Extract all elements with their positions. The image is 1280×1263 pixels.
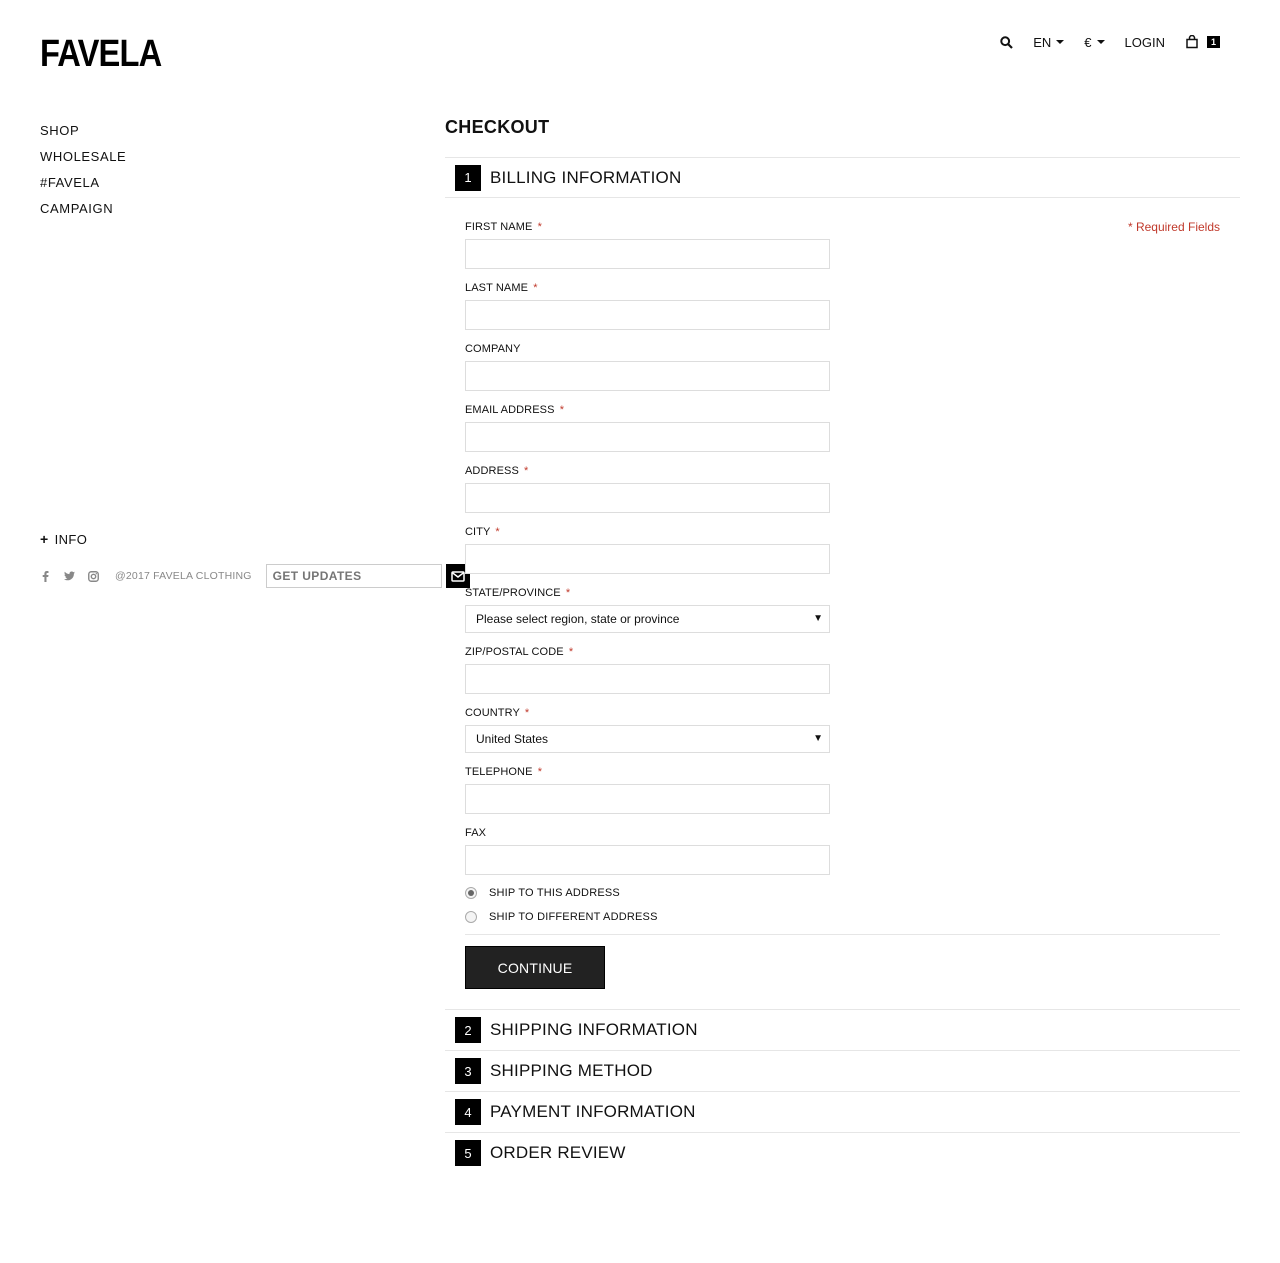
zip-input[interactable] xyxy=(465,664,830,694)
last-name-input[interactable] xyxy=(465,300,830,330)
city-label: CITY * xyxy=(465,526,500,538)
billing-form: * Required Fields FIRST NAME * LAST NAME… xyxy=(445,198,1240,1009)
step-order-review-header[interactable]: 5 ORDER REVIEW xyxy=(445,1132,1240,1173)
logo[interactable]: FAVELA xyxy=(40,35,162,73)
fax-input[interactable] xyxy=(465,845,830,875)
country-label: COUNTRY * xyxy=(465,707,530,719)
step-title: ORDER REVIEW xyxy=(490,1143,626,1162)
divider xyxy=(465,934,1220,935)
nav-item-campaign[interactable]: CAMPAIGN xyxy=(40,200,126,226)
chevron-down-icon xyxy=(1096,40,1105,44)
step-title: PAYMENT INFORMATION xyxy=(490,1102,696,1121)
dropdown-arrow-icon: ▼ xyxy=(813,733,823,744)
step-number: 3 xyxy=(455,1058,481,1084)
fax-label: FAX xyxy=(465,827,487,839)
chevron-down-icon xyxy=(1056,40,1065,44)
company-input[interactable] xyxy=(465,361,830,391)
last-name-field: LAST NAME * xyxy=(465,281,830,330)
first-name-input[interactable] xyxy=(465,239,830,269)
top-utility-bar: EN € LOGIN 1 xyxy=(1000,33,1220,51)
step-title: SHIPPING INFORMATION xyxy=(490,1020,698,1039)
last-name-label: LAST NAME * xyxy=(465,282,538,294)
side-navigation: SHOP WHOLESALE #FAVELA CAMPAIGN xyxy=(40,122,126,226)
step-shipping-method-header[interactable]: 3 SHIPPING METHOD xyxy=(445,1050,1240,1091)
city-field: CITY * xyxy=(465,525,830,574)
state-select-value: Please select region, state or province xyxy=(476,612,680,626)
telephone-field: TELEPHONE * xyxy=(465,765,830,814)
social-links xyxy=(40,570,112,582)
state-select[interactable]: Please select region, state or province … xyxy=(465,605,830,633)
instagram-icon[interactable] xyxy=(88,570,99,582)
radio-button[interactable] xyxy=(465,911,477,923)
company-field: COMPANY xyxy=(465,342,830,391)
ship-to-this-address-label: SHIP TO THIS ADDRESS xyxy=(489,887,620,899)
step-title: SHIPPING METHOD xyxy=(490,1061,653,1080)
step-number: 5 xyxy=(455,1140,481,1166)
required-fields-note: * Required Fields xyxy=(1127,220,1220,234)
country-select-value: United States xyxy=(476,732,549,746)
nav-item-shop[interactable]: SHOP xyxy=(40,122,126,148)
zip-field: ZIP/POSTAL CODE * xyxy=(465,645,830,694)
company-label: COMPANY xyxy=(465,343,521,355)
step-number: 2 xyxy=(455,1017,481,1043)
first-name-field: FIRST NAME * xyxy=(465,220,830,269)
language-label: EN xyxy=(1033,34,1052,50)
first-name-label: FIRST NAME * xyxy=(465,221,542,233)
step-number: 4 xyxy=(455,1099,481,1125)
step-title: BILLING INFORMATION xyxy=(490,167,682,187)
shopping-bag-icon xyxy=(1186,35,1198,49)
step-shipping-information-header[interactable]: 2 SHIPPING INFORMATION xyxy=(445,1009,1240,1050)
page-title: CHECKOUT xyxy=(445,117,550,137)
country-select[interactable]: United States ▼ xyxy=(465,725,830,753)
fax-field: FAX xyxy=(465,826,830,875)
nav-item-wholesale[interactable]: WHOLESALE xyxy=(40,148,126,174)
telephone-input[interactable] xyxy=(465,784,830,814)
currency-selector[interactable]: € xyxy=(1084,34,1105,50)
search-icon[interactable] xyxy=(1000,35,1013,49)
email-field: EMAIL ADDRESS * xyxy=(465,403,830,452)
info-label: INFO xyxy=(54,531,88,547)
step-billing-header[interactable]: 1 BILLING INFORMATION xyxy=(445,157,1240,198)
state-label: STATE/PROVINCE * xyxy=(465,587,571,599)
email-label: EMAIL ADDRESS * xyxy=(465,404,565,416)
plus-icon: + xyxy=(40,531,49,547)
login-link[interactable]: LOGIN xyxy=(1125,35,1165,50)
ship-to-different-address-option[interactable]: SHIP TO DIFFERENT ADDRESS xyxy=(465,905,1220,929)
state-field: STATE/PROVINCE * Please select region, s… xyxy=(465,586,830,633)
address-field: ADDRESS * xyxy=(465,464,830,513)
zip-label: ZIP/POSTAL CODE * xyxy=(465,646,574,658)
address-input[interactable] xyxy=(465,483,830,513)
twitter-icon[interactable] xyxy=(64,571,75,582)
info-toggle[interactable]: + INFO xyxy=(40,531,87,547)
sidebar-footer: @2017 FAVELA CLOTHING xyxy=(40,564,470,588)
currency-label: € xyxy=(1084,34,1092,50)
nav-item-favela[interactable]: #FAVELA xyxy=(40,174,126,200)
language-selector[interactable]: EN xyxy=(1033,34,1065,50)
copyright-text: @2017 FAVELA CLOTHING xyxy=(115,570,252,582)
continue-button[interactable]: CONTINUE xyxy=(465,946,605,989)
cart-button[interactable]: 1 xyxy=(1185,35,1220,49)
checkout-main: CHECKOUT 1 BILLING INFORMATION * Require… xyxy=(445,117,1240,1173)
city-input[interactable] xyxy=(465,544,830,574)
email-input[interactable] xyxy=(465,422,830,452)
address-label: ADDRESS * xyxy=(465,465,529,477)
facebook-icon[interactable] xyxy=(40,570,51,582)
ship-to-different-address-label: SHIP TO DIFFERENT ADDRESS xyxy=(489,911,658,923)
newsletter-email-input[interactable] xyxy=(265,564,442,588)
ship-to-this-address-option[interactable]: SHIP TO THIS ADDRESS xyxy=(465,881,1220,905)
step-number: 1 xyxy=(455,164,481,191)
country-field: COUNTRY * United States ▼ xyxy=(465,706,830,753)
dropdown-arrow-icon: ▼ xyxy=(813,613,823,624)
telephone-label: TELEPHONE * xyxy=(465,766,543,778)
radio-button-checked[interactable] xyxy=(465,887,477,899)
step-payment-information-header[interactable]: 4 PAYMENT INFORMATION xyxy=(445,1091,1240,1132)
cart-count-badge: 1 xyxy=(1206,36,1220,48)
